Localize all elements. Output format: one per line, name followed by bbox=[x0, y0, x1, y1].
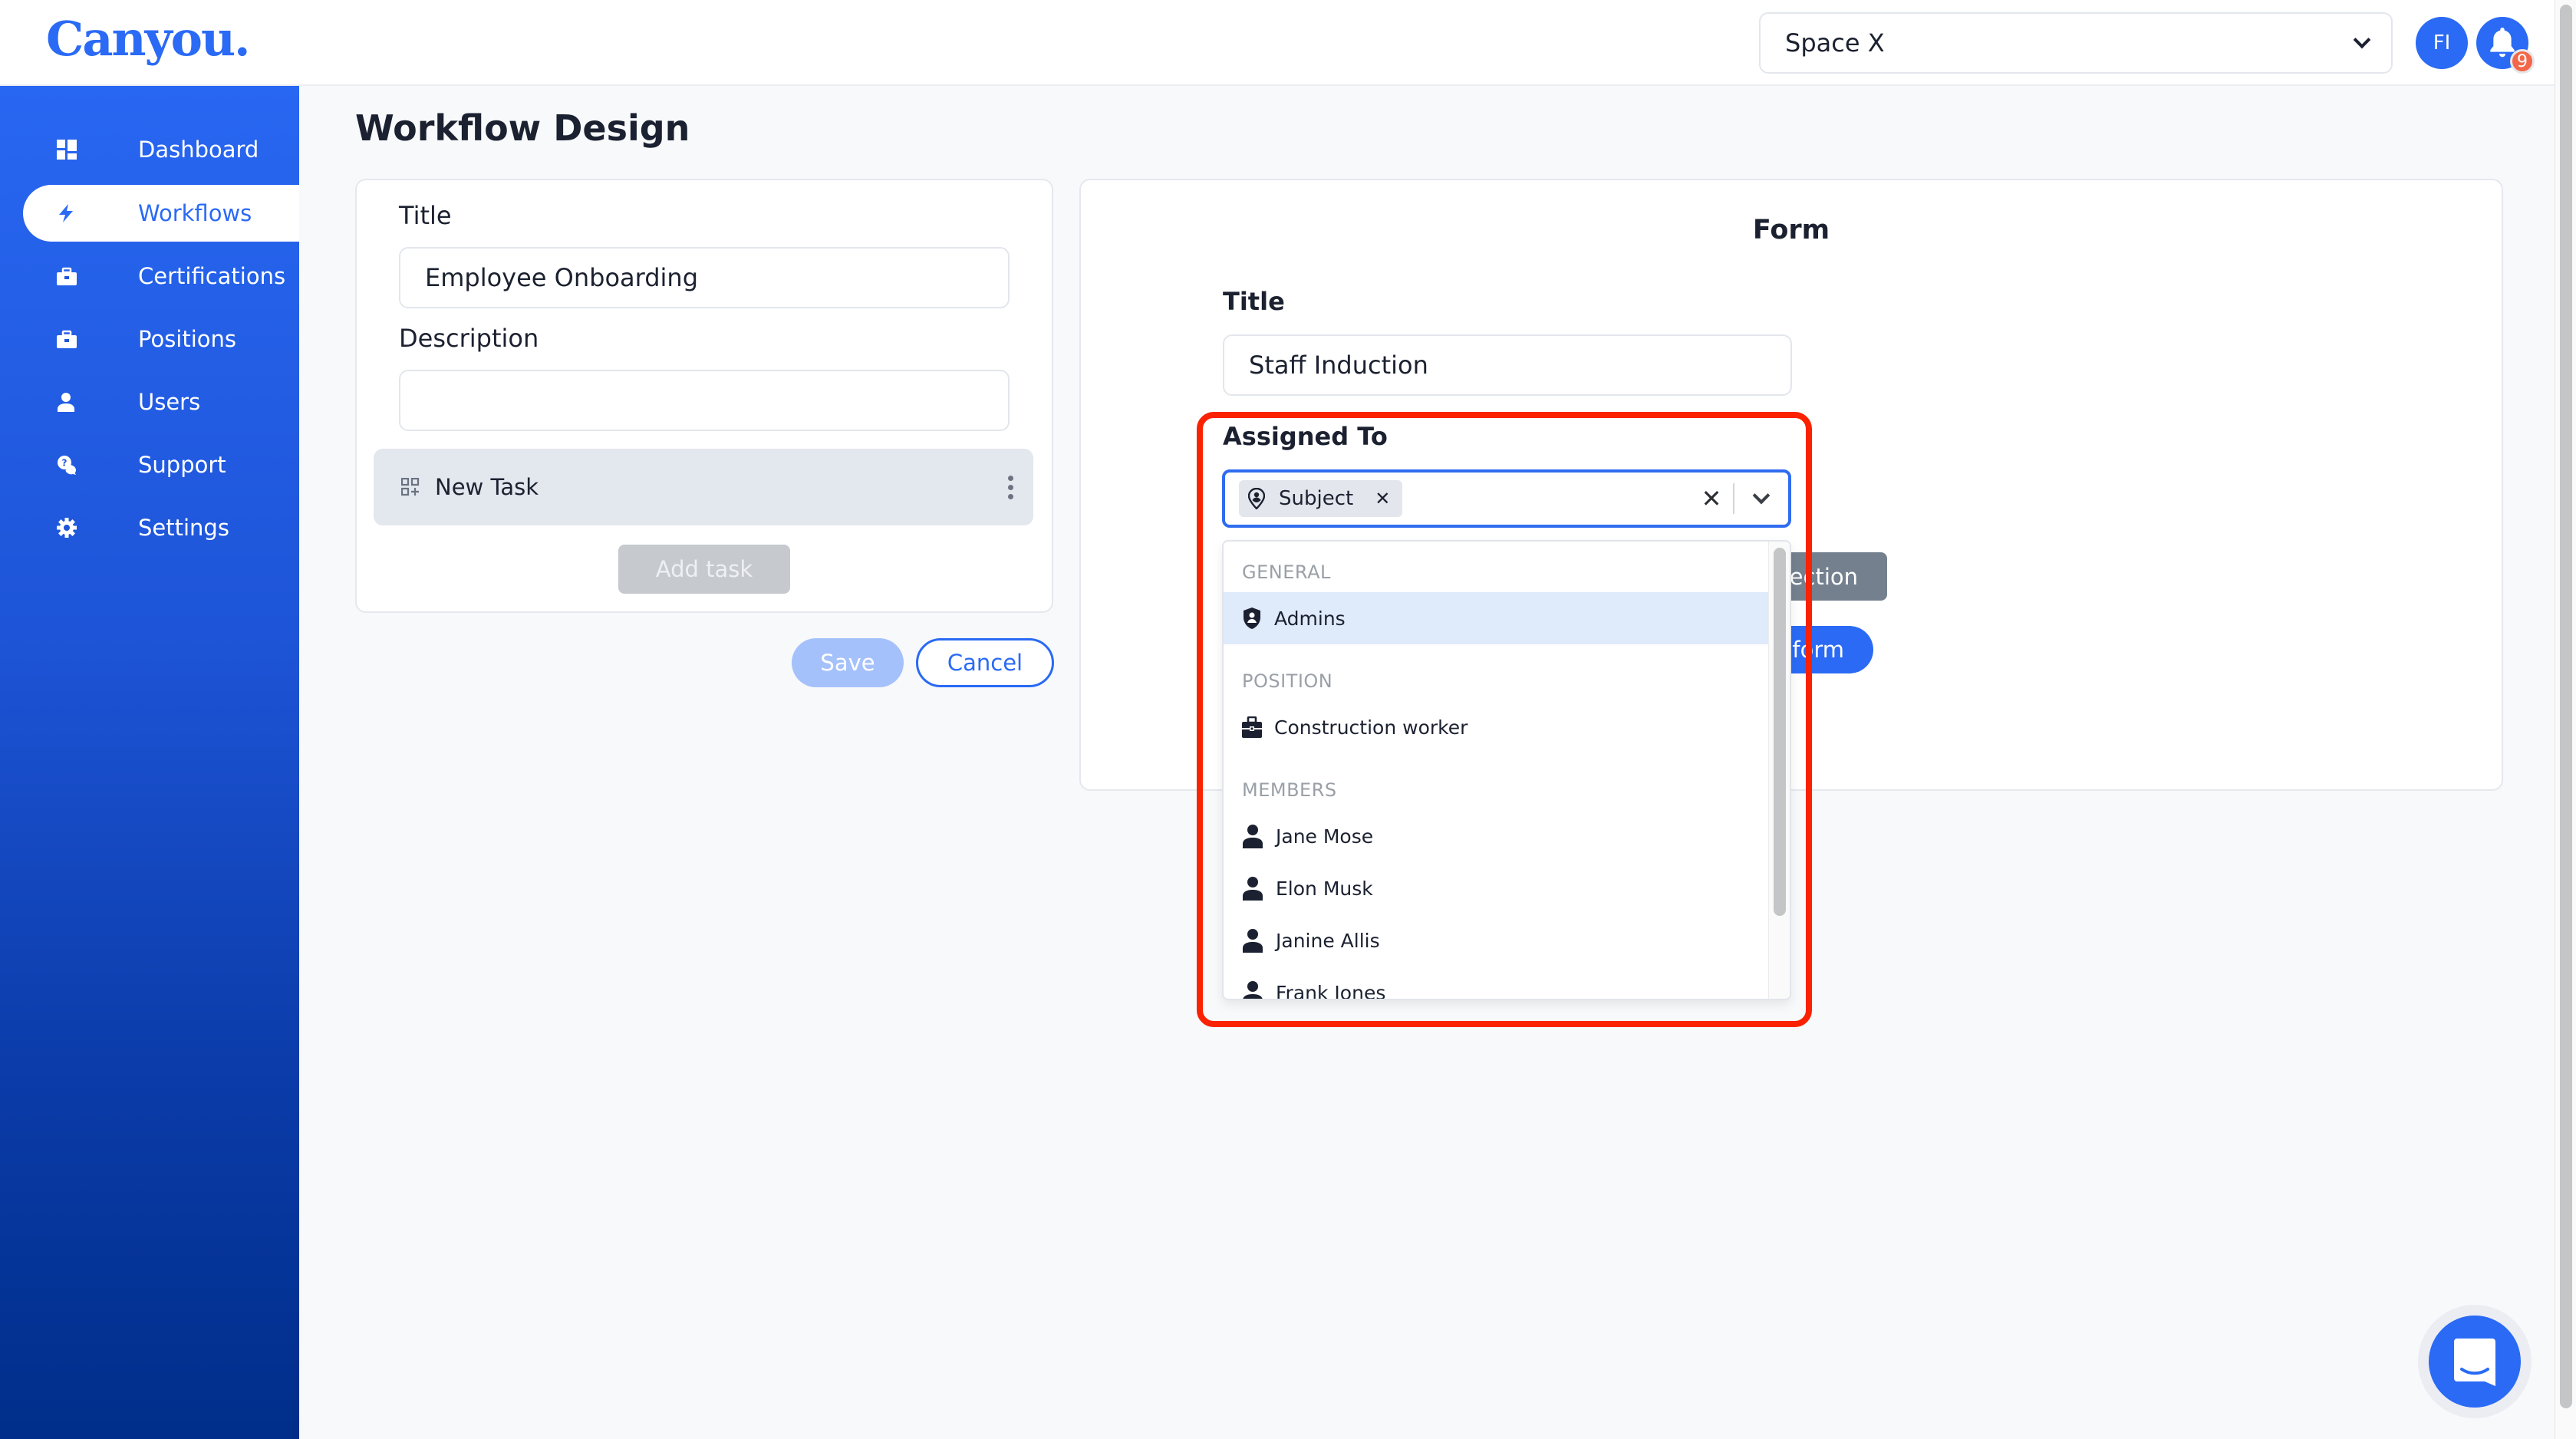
briefcase-icon bbox=[1242, 716, 1262, 738]
form-heading: Form bbox=[1752, 215, 1830, 245]
page-scrollbar-thumb[interactable] bbox=[2560, 5, 2572, 1408]
option-label: Admins bbox=[1274, 607, 1346, 630]
user-icon bbox=[1243, 825, 1263, 848]
option-jane-mose[interactable]: Jane Mose bbox=[1224, 810, 1770, 862]
top-header: Canyou. Space X FI 9 bbox=[0, 0, 2555, 86]
assigned-to-select[interactable]: Subject ✕ ✕ bbox=[1222, 469, 1791, 528]
bolt-icon bbox=[57, 203, 103, 223]
support-chat-icon: ? bbox=[57, 455, 103, 475]
sidebar-item-label: Positions bbox=[138, 326, 237, 352]
page-title: Workflow Design bbox=[355, 107, 690, 149]
save-button[interactable]: Save bbox=[792, 638, 904, 687]
option-label: Construction worker bbox=[1274, 716, 1468, 739]
option-label: Janine Allis bbox=[1276, 929, 1380, 952]
selected-chip: Subject ✕ bbox=[1239, 480, 1403, 517]
task-add-icon bbox=[401, 478, 420, 496]
option-construction-worker[interactable]: Construction worker bbox=[1224, 701, 1770, 753]
option-janine-allis[interactable]: Janine Allis bbox=[1224, 914, 1770, 966]
option-frank-jones[interactable]: Frank Jones bbox=[1224, 966, 1770, 1000]
clear-selection-icon[interactable]: ✕ bbox=[1690, 484, 1733, 513]
option-elon-musk[interactable]: Elon Musk bbox=[1224, 862, 1770, 914]
save-form-button-label: form bbox=[1792, 637, 1844, 663]
user-icon bbox=[1243, 929, 1263, 953]
assigned-to-label: Assigned To bbox=[1223, 422, 1388, 451]
kebab-menu-icon[interactable] bbox=[987, 475, 1033, 499]
sidebar-item-workflows[interactable]: Workflows bbox=[23, 185, 299, 242]
sidebar-item-support[interactable]: ? Support bbox=[23, 436, 299, 493]
dropdown-toggle[interactable] bbox=[1734, 486, 1788, 505]
sidebar-item-label: Support bbox=[138, 452, 226, 478]
location-user-icon bbox=[1248, 488, 1265, 509]
form-title-input[interactable]: Staff Induction bbox=[1223, 334, 1792, 396]
cancel-button[interactable]: Cancel bbox=[916, 638, 1054, 687]
chat-widget-button[interactable] bbox=[2429, 1316, 2521, 1408]
gear-icon bbox=[57, 518, 103, 538]
group-header-general: GENERAL bbox=[1242, 561, 1331, 583]
workflow-description-label: Description bbox=[399, 324, 539, 353]
task-item[interactable]: New Task bbox=[374, 449, 1033, 525]
space-selector-value: Space X bbox=[1785, 28, 1885, 58]
sidebar-item-dashboard[interactable]: Dashboard bbox=[23, 121, 299, 178]
briefcase-icon bbox=[57, 267, 103, 285]
sidebar-item-certifications[interactable]: Certifications bbox=[23, 248, 299, 305]
user-icon bbox=[1243, 981, 1263, 999]
group-header-position: POSITION bbox=[1242, 670, 1333, 692]
canyou-logo[interactable]: Canyou. bbox=[46, 11, 251, 67]
space-selector[interactable]: Space X bbox=[1759, 12, 2393, 74]
form-title-value: Staff Induction bbox=[1249, 351, 1428, 380]
sidebar-item-users[interactable]: Users bbox=[23, 374, 299, 430]
svg-text:?: ? bbox=[62, 458, 68, 469]
sidebar-item-label: Certifications bbox=[138, 263, 286, 289]
option-label: Frank Jones bbox=[1276, 981, 1386, 1000]
chevron-down-icon bbox=[1752, 486, 1771, 505]
dashboard-icon bbox=[57, 140, 103, 160]
sidebar-item-label: Dashboard bbox=[138, 137, 259, 163]
dropdown-scrollbar-thumb[interactable] bbox=[1774, 548, 1786, 916]
user-avatar[interactable]: FI bbox=[2416, 17, 2468, 69]
add-section-button-label: ection bbox=[1789, 563, 1858, 590]
sidebar-item-label: Settings bbox=[138, 515, 229, 541]
option-label: Jane Mose bbox=[1276, 825, 1374, 848]
chevron-down-icon bbox=[2353, 31, 2371, 49]
option-admins[interactable]: Admins bbox=[1224, 592, 1770, 644]
option-label: Elon Musk bbox=[1276, 877, 1373, 900]
sidebar: Dashboard Workflows Certifications Posit… bbox=[0, 86, 299, 1439]
sidebar-item-label: Workflows bbox=[138, 200, 252, 226]
workflow-description-input[interactable] bbox=[399, 370, 1010, 431]
user-icon bbox=[57, 392, 103, 412]
notifications-button[interactable]: 9 bbox=[2476, 17, 2535, 74]
assigned-to-dropdown-menu: GENERAL Admins POSITION Construction wor… bbox=[1222, 540, 1791, 1000]
briefcase-icon bbox=[57, 330, 103, 348]
close-icon[interactable]: ✕ bbox=[1375, 488, 1390, 509]
chat-bubble-icon bbox=[2454, 1339, 2495, 1386]
workflow-title-value: Employee Onboarding bbox=[425, 263, 699, 292]
form-title-label: Title bbox=[1223, 287, 1285, 316]
dropdown-scrollbar[interactable] bbox=[1768, 542, 1790, 999]
sidebar-item-settings[interactable]: Settings bbox=[23, 499, 299, 556]
add-task-button[interactable]: Add task bbox=[618, 545, 790, 594]
sidebar-item-positions[interactable]: Positions bbox=[23, 311, 299, 367]
user-icon bbox=[1243, 877, 1263, 901]
group-header-members: MEMBERS bbox=[1242, 779, 1337, 801]
workflow-title-label: Title bbox=[399, 201, 452, 230]
sidebar-item-label: Users bbox=[138, 389, 201, 415]
workflow-title-input[interactable]: Employee Onboarding bbox=[399, 247, 1010, 308]
notification-count-badge: 9 bbox=[2510, 49, 2535, 74]
shield-user-icon bbox=[1244, 608, 1260, 629]
page-scrollbar[interactable] bbox=[2555, 0, 2576, 1439]
selected-chip-label: Subject bbox=[1279, 487, 1354, 510]
task-label: New Task bbox=[435, 474, 539, 500]
avatar-initials: FI bbox=[2433, 31, 2451, 54]
